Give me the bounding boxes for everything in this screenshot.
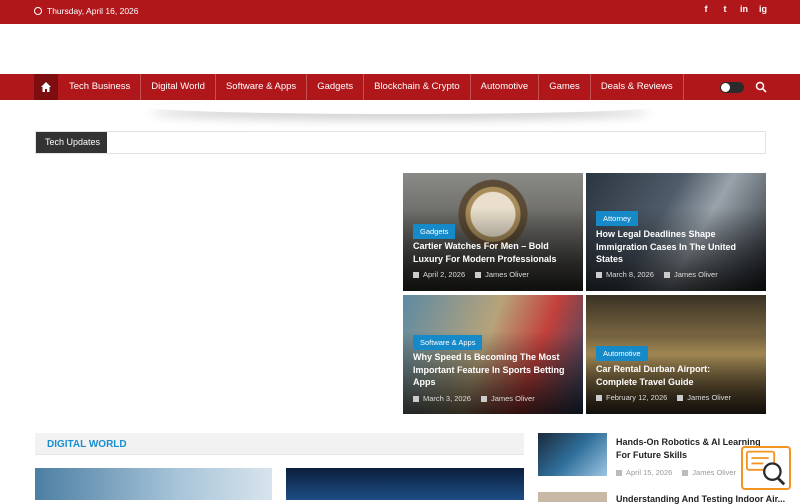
date-text: Thursday, April 16, 2026 — [47, 6, 139, 16]
featured-card-4[interactable]: Automotive Car Rental Durban Airport: Co… — [586, 295, 766, 414]
facebook-icon[interactable]: f — [701, 4, 711, 14]
card-title[interactable]: How Legal Deadlines Shape Immigration Ca… — [596, 228, 752, 266]
category-badge[interactable]: Automotive — [596, 346, 648, 361]
card-author[interactable]: James Oliver — [664, 270, 718, 279]
card-title[interactable]: Cartier Watches For Men – Bold Luxury Fo… — [413, 240, 569, 265]
linkedin-icon[interactable]: in — [739, 4, 749, 14]
card-date: March 3, 2026 — [413, 394, 471, 403]
date-display: Thursday, April 16, 2026 — [34, 6, 139, 16]
section-header: DIGITAL WORLD — [35, 433, 524, 455]
chat-search-icon — [746, 450, 786, 486]
news-ticker: Tech Updates — [35, 131, 766, 154]
card-date: April 2, 2026 — [413, 270, 465, 279]
nav-item-software-apps[interactable]: Software & Apps — [216, 74, 308, 100]
top-bar: Thursday, April 16, 2026 f t in ig — [0, 0, 800, 24]
card-author[interactable]: James Oliver — [481, 394, 535, 403]
nav-item-deals-reviews[interactable]: Deals & Reviews — [591, 74, 684, 100]
card-author[interactable]: James Oliver — [475, 270, 529, 279]
nav-item-tech-business[interactable]: Tech Business — [59, 74, 142, 100]
card-meta: March 3, 2026 James Oliver — [413, 394, 535, 403]
category-badge[interactable]: Attorney — [596, 211, 638, 226]
category-badge[interactable]: Gadgets — [413, 224, 456, 239]
featured-card-1[interactable]: Gadgets Cartier Watches For Men – Bold L… — [403, 173, 583, 291]
clock-icon — [34, 7, 42, 15]
sidebar-post-meta: April 15, 2026 James Oliver — [616, 468, 736, 477]
sidebar-post-title-2[interactable]: Understanding And Testing Indoor Air... — [616, 494, 785, 504]
sidebar-post-image-2[interactable] — [538, 492, 607, 502]
nav-item-blockchain-crypto[interactable]: Blockchain & Crypto — [364, 74, 471, 100]
reader-widget-button[interactable] — [741, 446, 791, 490]
card-date: March 8, 2026 — [596, 270, 654, 279]
instagram-icon[interactable]: ig — [758, 4, 768, 14]
nav-item-automotive[interactable]: Automotive — [471, 74, 540, 100]
category-badge[interactable]: Software & Apps — [413, 335, 483, 350]
nav-item-games[interactable]: Games — [539, 74, 591, 100]
section-title[interactable]: DIGITAL WORLD — [47, 439, 127, 450]
card-author[interactable]: James Oliver — [677, 393, 731, 402]
nav-menu: Tech Business Digital World Software & A… — [59, 74, 684, 100]
nav-item-gadgets[interactable]: Gadgets — [307, 74, 365, 100]
featured-card-2[interactable]: Attorney How Legal Deadlines Shape Immig… — [586, 173, 766, 291]
card-meta: March 8, 2026 James Oliver — [596, 270, 718, 279]
search-icon[interactable] — [755, 81, 767, 93]
card-date: February 12, 2026 — [596, 393, 667, 402]
home-icon — [41, 82, 51, 92]
home-button[interactable] — [34, 74, 58, 100]
sidebar-post-author[interactable]: James Oliver — [682, 468, 736, 477]
sidebar-post-image[interactable] — [538, 433, 607, 476]
social-links: f t in ig — [701, 4, 768, 14]
card-meta: April 2, 2026 James Oliver — [413, 270, 529, 279]
sidebar-post-date: April 15, 2026 — [616, 468, 672, 477]
nav-item-digital-world[interactable]: Digital World — [141, 74, 216, 100]
card-meta: February 12, 2026 James Oliver — [596, 393, 731, 402]
digital-world-thumb-1[interactable] — [35, 468, 272, 500]
featured-card-3[interactable]: Software & Apps Why Speed Is Becoming Th… — [403, 295, 583, 414]
card-title[interactable]: Car Rental Durban Airport: Complete Trav… — [596, 363, 752, 388]
digital-world-thumb-2[interactable] — [286, 468, 524, 500]
main-nav: Tech Business Digital World Software & A… — [0, 74, 800, 100]
card-title[interactable]: Why Speed Is Becoming The Most Important… — [413, 351, 569, 389]
ticker-label: Tech Updates — [36, 132, 107, 153]
nav-shadow — [150, 100, 650, 114]
dark-mode-toggle[interactable] — [720, 82, 744, 93]
twitter-icon[interactable]: t — [720, 4, 730, 14]
toggle-knob — [721, 83, 730, 92]
